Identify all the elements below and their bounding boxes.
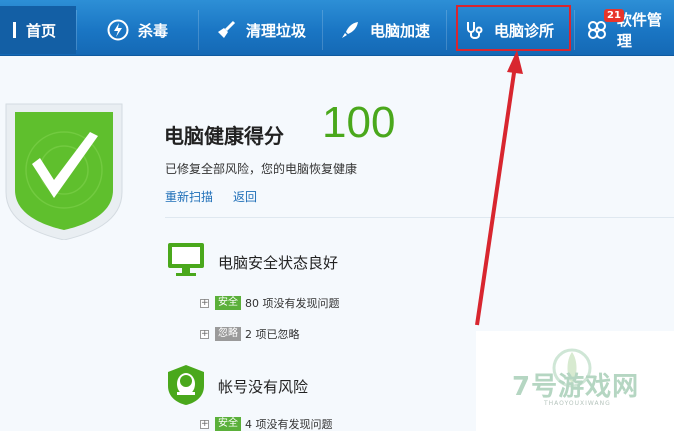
red-arrow-annotation [475, 50, 523, 326]
